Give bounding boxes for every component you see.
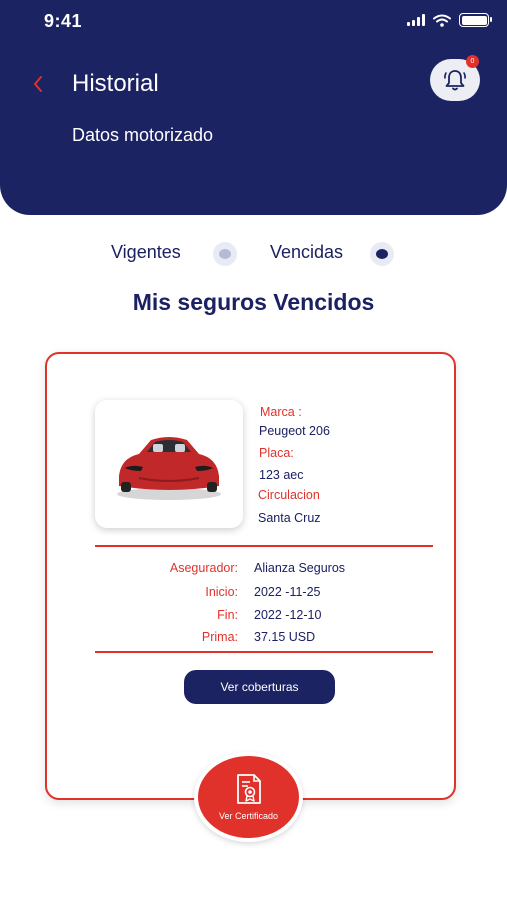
asegurador-value: Alianza Seguros	[254, 561, 346, 575]
prima-value: 37.15 USD	[254, 630, 316, 644]
status-filter: Vigentes Vencidas	[0, 240, 507, 268]
status-time: 9:41	[44, 11, 83, 31]
back-button[interactable]	[26, 70, 50, 98]
vehicle-image	[95, 400, 243, 528]
inicio-label: Inicio:	[205, 585, 238, 599]
inicio-value: 2022 -11-25	[254, 585, 321, 599]
insurance-card: Marca : Peugeot 206 Placa: 123 aec Circu…	[45, 352, 456, 800]
divider	[95, 651, 433, 653]
car-image	[117, 437, 221, 500]
ver-certificado-label: Ver Certificado	[218, 811, 279, 821]
status-icons	[407, 13, 492, 27]
chevron-left-icon	[34, 76, 42, 92]
page-title: Historial	[72, 70, 159, 97]
vencidas-radio[interactable]	[370, 242, 394, 266]
header: 9:41 Historial Datos motorizado 0	[0, 0, 507, 215]
vigentes-radio[interactable]	[213, 242, 237, 266]
prima-label: Prima:	[201, 630, 238, 644]
signal-icon	[407, 14, 425, 26]
page-subtitle: Datos motorizado	[72, 125, 214, 145]
marca-label: Marca :	[260, 405, 302, 419]
circulacion-label: Circulacion	[258, 488, 320, 502]
fin-value: 2022 -12-10	[254, 608, 322, 622]
vigentes-label: Vigentes	[111, 242, 181, 262]
certificado-circle: Ver Certificado	[198, 756, 299, 838]
divider	[95, 545, 433, 547]
section-title: Mis seguros Vencidos	[132, 289, 375, 315]
asegurador-label: Asegurador:	[169, 561, 238, 575]
marca-value: Peugeot 206	[259, 424, 330, 438]
vencidas-label: Vencidas	[270, 242, 344, 262]
placa-value: 123 aec	[259, 468, 304, 482]
certificate-icon	[236, 774, 261, 804]
placa-label: Placa:	[259, 446, 294, 460]
circulacion-value: Santa Cruz	[258, 511, 321, 525]
wifi-icon	[433, 14, 451, 27]
notification-badge: 0	[466, 55, 479, 68]
fin-label: Fin:	[217, 608, 238, 622]
battery-icon	[459, 13, 492, 27]
bell-icon	[444, 70, 466, 91]
ver-coberturas-button[interactable]: Ver coberturas	[184, 670, 335, 704]
ver-certificado-button[interactable]: Ver Certificado	[194, 752, 303, 842]
